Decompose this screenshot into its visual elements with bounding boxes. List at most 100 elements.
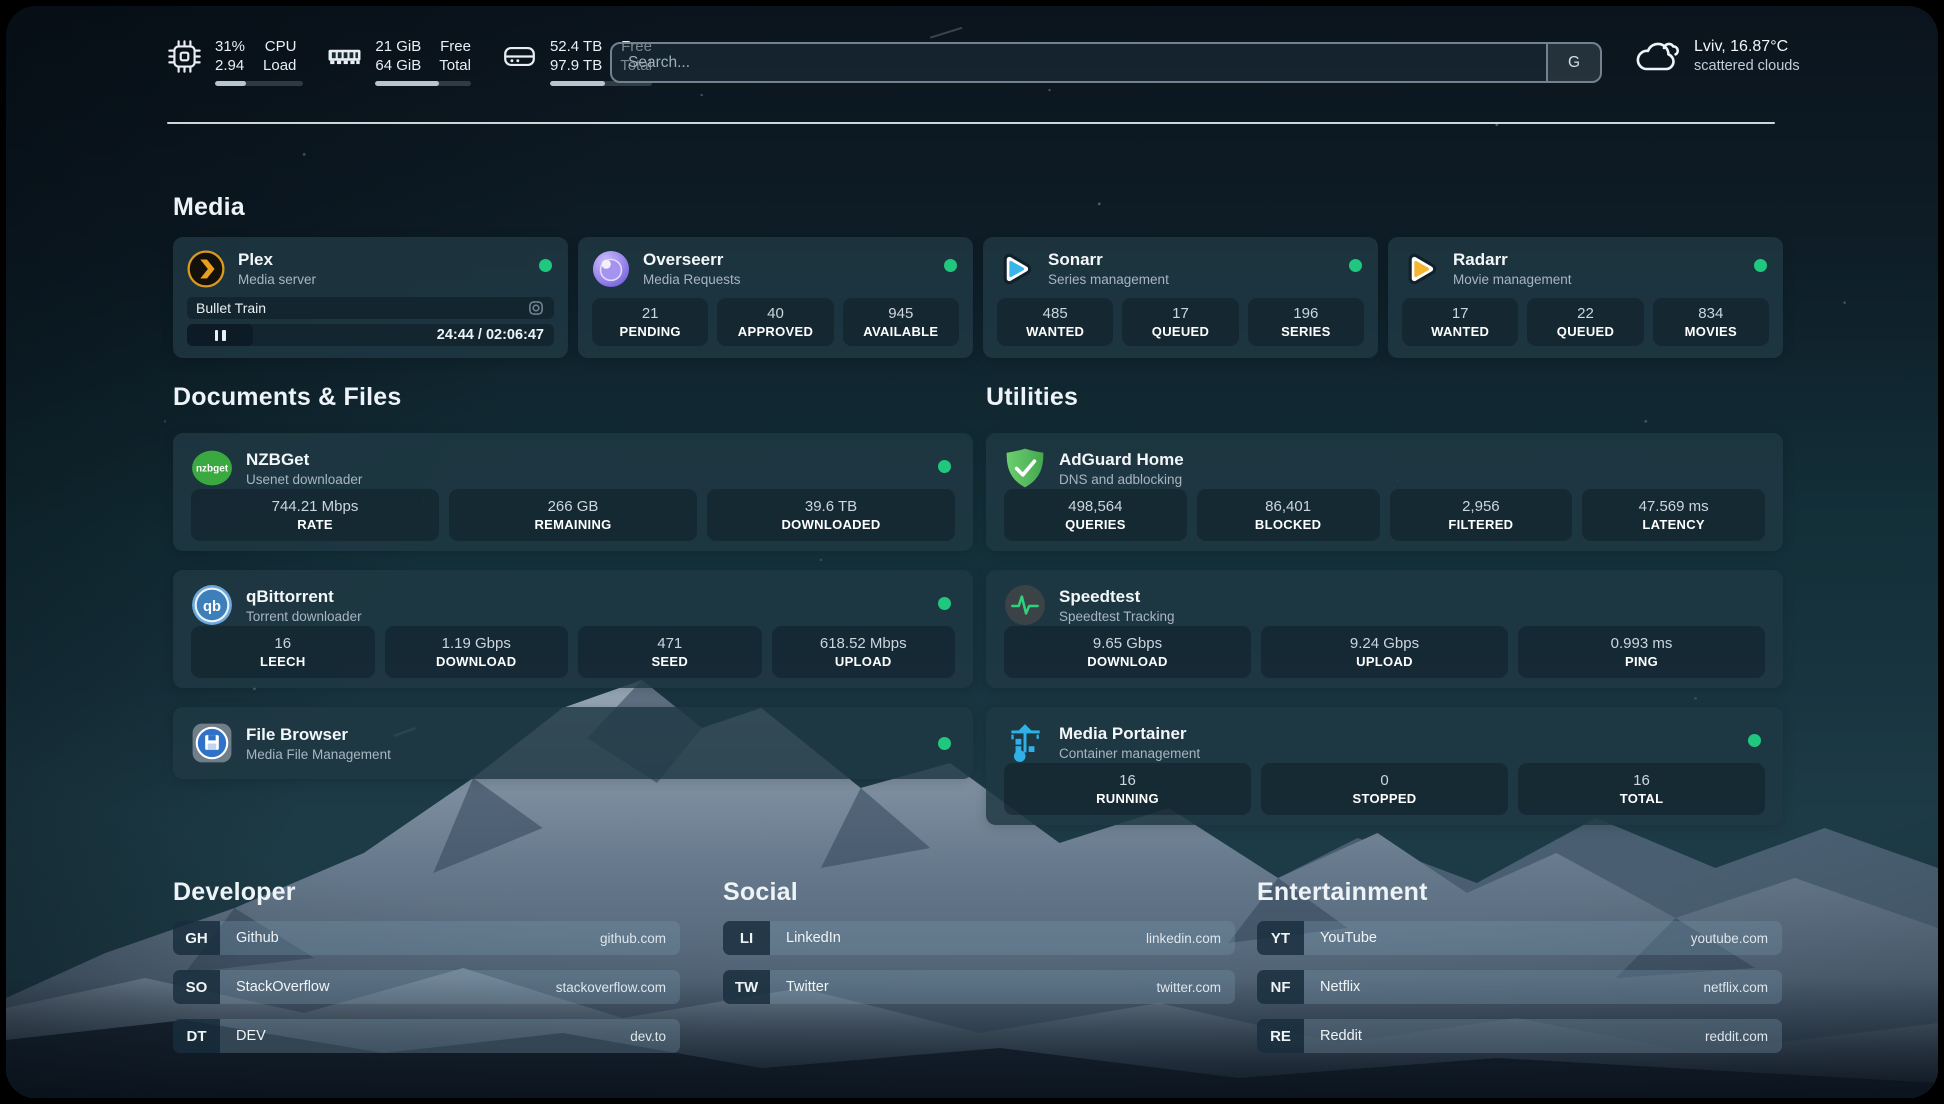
speedtest-card[interactable]: Speedtest Speedtest Tracking 9.65 Gbps D… bbox=[986, 570, 1783, 688]
overseerr-card[interactable]: Overseerr Media Requests 21 PENDING 40 A… bbox=[578, 237, 973, 358]
service-subtitle: Movie management bbox=[1453, 271, 1572, 288]
service-name: Sonarr bbox=[1048, 249, 1169, 271]
service-name: AdGuard Home bbox=[1059, 449, 1184, 471]
stat-value: 17 bbox=[1172, 305, 1189, 322]
radarr-card[interactable]: Radarr Movie management 17 WANTED 22 QUE… bbox=[1388, 237, 1783, 358]
service-subtitle: Series management bbox=[1048, 271, 1169, 288]
cpu-load-value: 2.94 bbox=[215, 56, 245, 75]
stat-value: 22 bbox=[1577, 305, 1594, 322]
radarr-icon bbox=[1402, 250, 1440, 288]
stat-value: 47.569 ms bbox=[1639, 498, 1709, 515]
bookmark-abbr: RE bbox=[1257, 1019, 1304, 1053]
search-bar: G bbox=[610, 42, 1602, 83]
stat-box: 9.24 Gbps UPLOAD bbox=[1261, 626, 1508, 678]
status-dot bbox=[938, 597, 951, 610]
weather-location-temp: Lviv, 16.87°C bbox=[1694, 36, 1800, 57]
svg-text:nzbget: nzbget bbox=[196, 464, 229, 475]
service-subtitle: DNS and adblocking bbox=[1059, 471, 1184, 488]
now-playing-row: Bullet Train bbox=[187, 297, 554, 319]
bookmark-abbr: GH bbox=[173, 921, 220, 955]
disk-usage-bar-fill bbox=[550, 81, 605, 86]
bookmark-linkedin[interactable]: LI LinkedIn linkedin.com bbox=[723, 921, 1235, 955]
nzbget-icon: nzbget bbox=[191, 447, 233, 489]
stat-value: 618.52 Mbps bbox=[820, 635, 907, 652]
bookmark-domain: stackoverflow.com bbox=[556, 980, 666, 995]
bookmark-reddit[interactable]: RE Reddit reddit.com bbox=[1257, 1019, 1782, 1053]
stat-label: QUEUED bbox=[1152, 324, 1209, 339]
stat-box: 945 AVAILABLE bbox=[843, 298, 959, 346]
bookmark-name: DEV bbox=[236, 1028, 266, 1044]
bookmark-twitter[interactable]: TW Twitter twitter.com bbox=[723, 970, 1235, 1004]
qbittorrent-card[interactable]: qb qBittorrent Torrent downloader 16 LEE… bbox=[173, 570, 973, 688]
bookmark-abbr: NF bbox=[1257, 970, 1304, 1004]
topbar-divider bbox=[167, 122, 1775, 124]
bookmark-domain: youtube.com bbox=[1691, 931, 1768, 946]
pause-button[interactable] bbox=[187, 324, 253, 346]
bookmark-domain: reddit.com bbox=[1705, 1029, 1768, 1044]
memory-total-value: 64 GiB bbox=[375, 56, 421, 75]
stat-label: MOVIES bbox=[1685, 324, 1737, 339]
ram-icon bbox=[326, 38, 363, 75]
stat-label: DOWNLOADED bbox=[781, 517, 880, 532]
cpu-usage-value: 31% bbox=[215, 37, 245, 56]
weather-condition: scattered clouds bbox=[1694, 57, 1800, 76]
section-title-utilities: Utilities bbox=[986, 383, 1078, 412]
adguard-card[interactable]: AdGuard Home DNS and adblocking 498,564 … bbox=[986, 433, 1783, 551]
status-dot bbox=[944, 259, 957, 272]
bookmark-name: Reddit bbox=[1320, 1028, 1362, 1044]
memory-usage-bar bbox=[375, 81, 471, 86]
stat-label: LEECH bbox=[260, 654, 306, 669]
bookmark-domain: linkedin.com bbox=[1146, 931, 1221, 946]
stat-value: 0.993 ms bbox=[1611, 635, 1673, 652]
bookmark-domain: twitter.com bbox=[1156, 980, 1221, 995]
filebrowser-card[interactable]: File Browser Media File Management bbox=[173, 707, 973, 779]
section-title-media: Media bbox=[173, 193, 245, 222]
memory-free-value: 21 GiB bbox=[375, 37, 421, 56]
stat-value: 39.6 TB bbox=[805, 498, 857, 515]
service-name: qBittorrent bbox=[246, 586, 362, 608]
stat-box: 22 QUEUED bbox=[1527, 298, 1643, 346]
bookmark-stackoverflow[interactable]: SO StackOverflow stackoverflow.com bbox=[173, 970, 680, 1004]
stat-value: 744.21 Mbps bbox=[272, 498, 359, 515]
playback-time: 24:44 / 02:06:47 bbox=[437, 327, 554, 343]
plex-icon bbox=[187, 250, 225, 288]
bookmark-youtube[interactable]: YT YouTube youtube.com bbox=[1257, 921, 1782, 955]
stat-label: SERIES bbox=[1281, 324, 1330, 339]
speedtest-icon bbox=[1004, 584, 1046, 626]
service-subtitle: Container management bbox=[1059, 745, 1200, 762]
stat-value: 0 bbox=[1380, 772, 1388, 789]
sonarr-card[interactable]: Sonarr Series management 485 WANTED 17 Q… bbox=[983, 237, 1378, 358]
search-engine-button[interactable]: G bbox=[1546, 44, 1600, 81]
status-dot bbox=[1748, 734, 1761, 747]
weather-widget: Lviv, 16.87°C scattered clouds bbox=[1633, 36, 1800, 76]
stat-label: LATENCY bbox=[1642, 517, 1705, 532]
stat-label: WANTED bbox=[1026, 324, 1084, 339]
stat-box: 2,956 FILTERED bbox=[1390, 489, 1573, 541]
settings-icon[interactable] bbox=[527, 299, 545, 317]
stat-value: 9.24 Gbps bbox=[1350, 635, 1419, 652]
status-dot bbox=[938, 460, 951, 473]
stat-label: SEED bbox=[651, 654, 688, 669]
bookmark-github[interactable]: GH Github github.com bbox=[173, 921, 680, 955]
nzbget-card[interactable]: nzbget NZBGet Usenet downloader 744.21 M… bbox=[173, 433, 973, 551]
stat-value: 16 bbox=[274, 635, 291, 652]
stat-box: 618.52 Mbps UPLOAD bbox=[772, 626, 956, 678]
qbittorrent-icon: qb bbox=[191, 584, 233, 626]
developer-bookmarks: GH Github github.com SO StackOverflow st… bbox=[173, 921, 680, 1068]
service-subtitle: Usenet downloader bbox=[246, 471, 362, 488]
stat-value: 834 bbox=[1698, 305, 1723, 322]
stat-value: 16 bbox=[1119, 772, 1136, 789]
plex-card[interactable]: Plex Media server Bullet Train bbox=[173, 237, 568, 358]
stat-label: QUERIES bbox=[1065, 517, 1126, 532]
bookmark-dev[interactable]: DT DEV dev.to bbox=[173, 1019, 680, 1053]
disk-total-value: 97.9 TB bbox=[550, 56, 602, 75]
stat-box: 16 LEECH bbox=[191, 626, 375, 678]
bookmark-netflix[interactable]: NF Netflix netflix.com bbox=[1257, 970, 1782, 1004]
portainer-icon bbox=[1004, 721, 1046, 763]
portainer-card[interactable]: Media Portainer Container management 16 … bbox=[986, 707, 1783, 825]
dashboard-screen: 31% 2.94 CPU Load bbox=[6, 6, 1938, 1098]
search-input[interactable] bbox=[612, 44, 1546, 81]
stat-value: 471 bbox=[657, 635, 682, 652]
stat-box: 1.19 Gbps DOWNLOAD bbox=[385, 626, 569, 678]
resource-monitor: 31% 2.94 CPU Load bbox=[166, 37, 652, 86]
